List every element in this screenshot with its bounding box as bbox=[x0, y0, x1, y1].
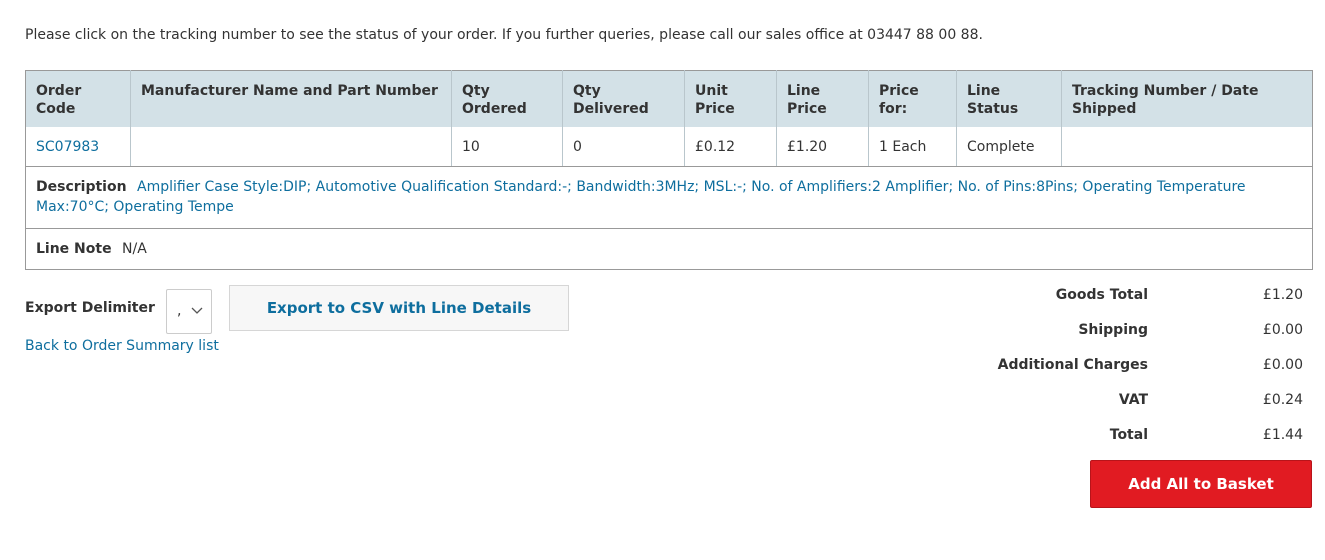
intro-text: Please click on the tracking number to s… bbox=[25, 27, 983, 43]
table-row: SC07983 10 0 £0.12 £1.20 1 Each Complete bbox=[25, 127, 1313, 167]
header-line-price: Line Price bbox=[776, 70, 869, 127]
header-price-for: Price for: bbox=[868, 70, 957, 127]
additional-charges-label: Additional Charges bbox=[997, 357, 1148, 373]
total-label: Total bbox=[1109, 427, 1148, 443]
tracking-cell bbox=[1061, 127, 1313, 167]
line-price-cell: £1.20 bbox=[776, 127, 869, 167]
line-note-label: Line Note bbox=[36, 241, 112, 257]
unit-price-cell: £0.12 bbox=[684, 127, 777, 167]
export-csv-button[interactable]: Export to CSV with Line Details bbox=[229, 285, 569, 331]
description-row: Description Amplifier Case Style:DIP; Au… bbox=[25, 166, 1313, 229]
header-line-status: Line Status bbox=[956, 70, 1062, 127]
manufacturer-cell bbox=[130, 127, 452, 167]
line-note-cell: Line Note N/A bbox=[26, 229, 1313, 270]
vat-label: VAT bbox=[1118, 392, 1148, 408]
additional-charges-value: £0.00 bbox=[1262, 357, 1303, 373]
qty-delivered-cell: 0 bbox=[562, 127, 685, 167]
order-code-link[interactable]: SC07983 bbox=[36, 139, 99, 155]
qty-ordered-cell: 10 bbox=[451, 127, 563, 167]
header-order-code: Order Code bbox=[25, 70, 131, 127]
header-qty-ordered: Qty Ordered bbox=[451, 70, 563, 127]
chevron-down-icon bbox=[191, 307, 203, 314]
table-header-row: Order Code Manufacturer Name and Part Nu… bbox=[25, 70, 1313, 127]
order-code-cell[interactable]: SC07983 bbox=[25, 127, 131, 167]
description-label: Description bbox=[36, 179, 127, 195]
total-value: £1.44 bbox=[1262, 427, 1303, 443]
shipping-value: £0.00 bbox=[1262, 322, 1303, 338]
vat-value: £0.24 bbox=[1262, 392, 1303, 408]
header-unit-price: Unit Price bbox=[684, 70, 777, 127]
add-all-to-basket-button[interactable]: Add All to Basket bbox=[1090, 460, 1312, 508]
export-delimiter-select[interactable]: , bbox=[166, 289, 212, 334]
line-note-value: N/A bbox=[122, 241, 147, 257]
line-status-cell: Complete bbox=[956, 127, 1062, 167]
line-note-row: Line Note N/A bbox=[26, 229, 1313, 270]
header-manufacturer: Manufacturer Name and Part Number bbox=[130, 70, 452, 127]
header-tracking: Tracking Number / Date Shipped bbox=[1061, 70, 1313, 127]
shipping-label: Shipping bbox=[1078, 322, 1148, 338]
back-to-order-summary-link[interactable]: Back to Order Summary list bbox=[25, 338, 219, 354]
price-for-cell: 1 Each bbox=[868, 127, 957, 167]
export-delimiter-label: Export Delimiter bbox=[25, 300, 155, 316]
delimiter-value: , bbox=[177, 303, 182, 319]
description-link[interactable]: Amplifier Case Style:DIP; Automotive Qua… bbox=[36, 179, 1246, 215]
header-qty-delivered: Qty Delivered bbox=[562, 70, 685, 127]
goods-total-label: Goods Total bbox=[1055, 287, 1148, 303]
description-cell: Description Amplifier Case Style:DIP; Au… bbox=[25, 166, 1313, 229]
order-lines-table: Order Code Manufacturer Name and Part Nu… bbox=[25, 70, 1313, 270]
goods-total-value: £1.20 bbox=[1262, 287, 1303, 303]
